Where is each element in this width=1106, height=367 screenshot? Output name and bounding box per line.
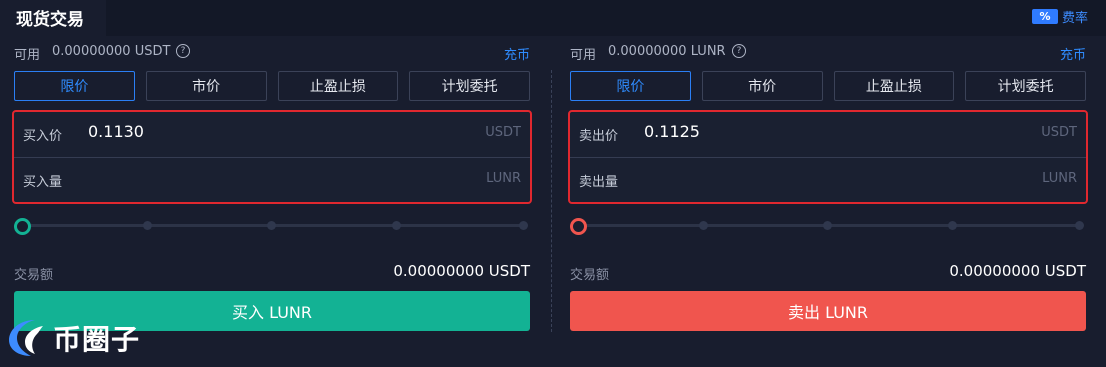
buy-available-value: 0.00000000 USDT [52,44,171,59]
slider-tick-25[interactable] [699,221,708,230]
sell-price-unit: USDT [1041,125,1077,140]
buy-price-field[interactable]: 买入价 0.1130 USDT [14,112,530,158]
slider-tick-50[interactable] [267,221,276,230]
sell-button[interactable]: 卖出 LUNR [570,291,1086,331]
sell-order-type-tabs: 限价 市价 止盈止损 计划委托 [570,71,1086,101]
tab-limit[interactable]: 限价 [14,71,135,101]
watermark-logo-icon [9,320,43,356]
slider-knob[interactable] [14,218,31,235]
buy-amount-label: 交易额 [14,268,54,283]
sell-available-label: 可用 [570,48,597,63]
fee-rate-label: 费率 [1061,11,1088,26]
buy-order-type-tabs: 限价 市价 止盈止损 计划委托 [14,71,530,101]
sell-panel: 可用 0.00000000 LUNR ? 充币 限价 市价 止盈止损 计划委托 … [568,36,1088,367]
slider-tick-50[interactable] [823,221,832,230]
buy-price-unit: USDT [485,125,521,140]
sell-amount-label: 交易额 [570,268,610,283]
slider-tick-25[interactable] [143,221,152,230]
slider-tick-100[interactable] [519,221,528,230]
watermark: 币圈子 [5,314,155,360]
buy-percent-slider[interactable] [14,218,530,235]
tab-planned-order[interactable]: 计划委托 [965,71,1086,101]
tab-market[interactable]: 市价 [701,71,823,101]
sell-input-group: 卖出价 0.1125 USDT 卖出量 LUNR [568,110,1088,204]
buy-price-label: 买入价 [23,129,63,144]
buy-deposit-link[interactable]: 充币 [504,44,530,63]
sell-available-value: 0.00000000 LUNR [608,44,726,59]
sell-deposit-link[interactable]: 充币 [1060,44,1086,63]
sell-quantity-field[interactable]: 卖出量 LUNR [570,158,1086,202]
buy-quantity-field[interactable]: 买入量 LUNR [14,158,530,202]
sell-price-value[interactable]: 0.1125 [644,122,700,141]
buy-price-value[interactable]: 0.1130 [88,122,144,141]
sell-price-field[interactable]: 卖出价 0.1125 USDT [570,112,1086,158]
sell-amount-value: 0.00000000 USDT [949,262,1086,280]
tab-market[interactable]: 市价 [145,71,267,101]
tab-limit[interactable]: 限价 [570,71,691,101]
spot-trading-tab[interactable]: 现货交易 [0,0,106,36]
help-icon[interactable]: ? [176,44,190,58]
percent-icon: % [1031,9,1058,24]
panel-divider [551,70,552,332]
sell-percent-slider[interactable] [570,218,1086,235]
slider-tick-75[interactable] [948,221,957,230]
tab-planned-order[interactable]: 计划委托 [409,71,530,101]
slider-knob[interactable] [570,218,587,235]
tab-take-profit-stop-loss[interactable]: 止盈止损 [833,71,955,101]
buy-input-group: 买入价 0.1130 USDT 买入量 LUNR [12,110,532,204]
page-title: 现货交易 [16,10,84,30]
buy-amount-value: 0.00000000 USDT [393,262,530,280]
help-icon[interactable]: ? [732,44,746,58]
slider-tick-100[interactable] [1075,221,1084,230]
header-bar [0,0,1106,36]
buy-quantity-unit: LUNR [486,171,521,186]
slider-tick-75[interactable] [392,221,401,230]
sell-quantity-unit: LUNR [1042,171,1077,186]
buy-quantity-label: 买入量 [23,175,63,190]
fee-rate-link[interactable]: % 费率 [1031,7,1088,26]
sell-price-label: 卖出价 [579,129,619,144]
tab-take-profit-stop-loss[interactable]: 止盈止损 [277,71,399,101]
watermark-text: 币圈子 [53,323,141,356]
buy-available-label: 可用 [14,48,41,63]
sell-quantity-label: 卖出量 [579,175,619,190]
